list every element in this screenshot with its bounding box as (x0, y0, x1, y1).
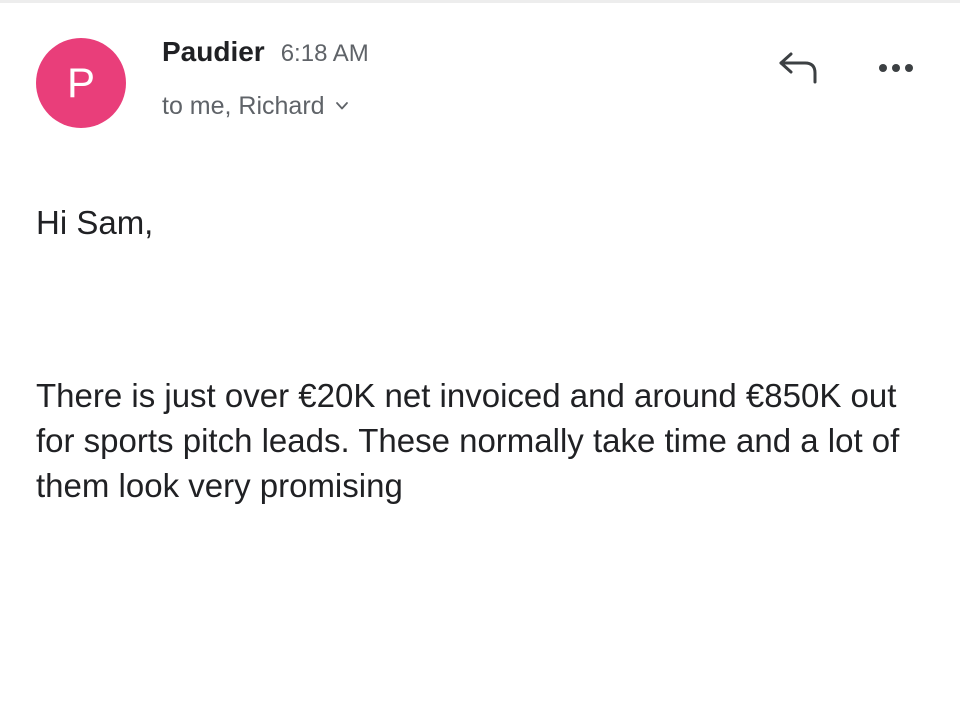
reply-button[interactable] (772, 46, 824, 90)
recipients-text: to me, Richard (162, 91, 325, 120)
reply-icon (779, 52, 817, 84)
chevron-down-icon (335, 102, 348, 110)
recipients-toggle[interactable]: to me, Richard (162, 88, 349, 124)
email-paragraph: There is just over €20K net invoiced and… (36, 377, 900, 504)
sender-avatar[interactable]: P (36, 38, 126, 128)
sent-time: 6:18 AM (280, 40, 369, 67)
email-header: P Paudier 6:18 AM to me, Richard (0, 0, 960, 150)
email-greeting: Hi Sam, (36, 204, 154, 241)
more-horizontal-icon (879, 64, 913, 72)
more-options-button[interactable] (868, 48, 924, 88)
avatar-initial: P (66, 59, 95, 106)
email-body: Hi Sam, There is just over €20K net invo… (36, 200, 916, 508)
sender-line: Paudier 6:18 AM (162, 36, 369, 76)
sender-name[interactable]: Paudier (162, 36, 265, 68)
